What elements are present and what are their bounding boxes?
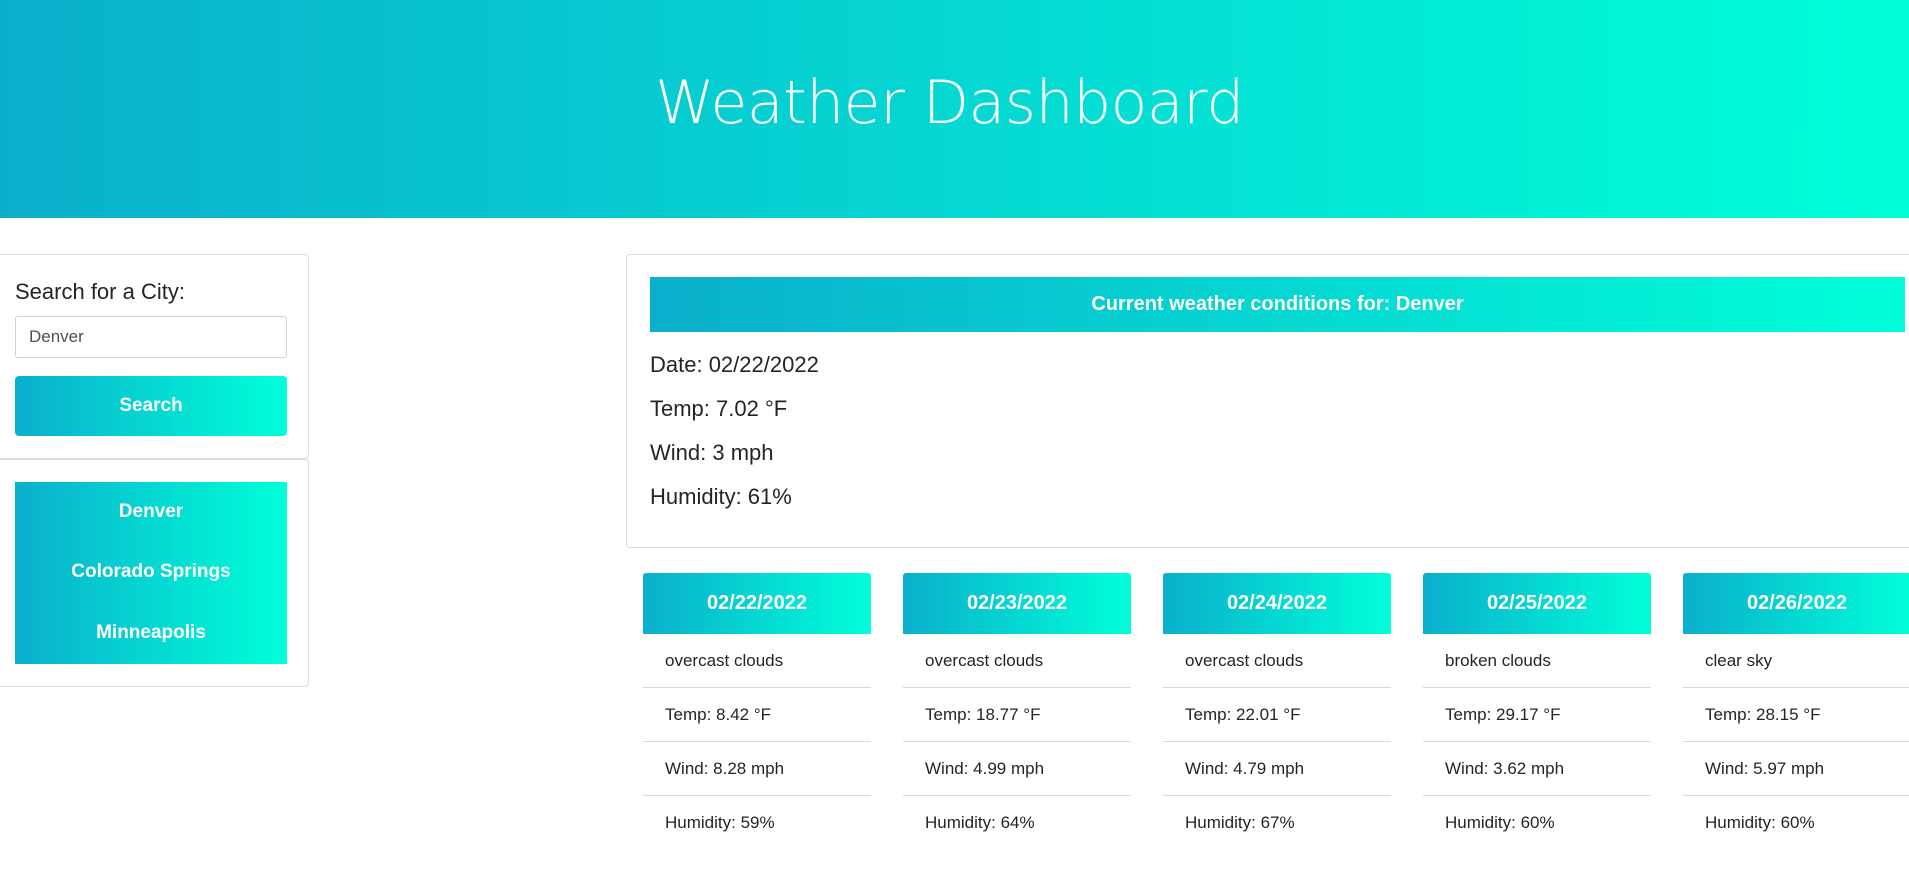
forecast-temp: Temp: 22.01 °F — [1163, 688, 1391, 742]
page-title: Weather Dashboard — [0, 68, 1909, 138]
forecast-wind: Wind: 4.79 mph — [1163, 742, 1391, 796]
forecast-temp: Temp: 8.42 °F — [643, 688, 871, 742]
history-item-colorado-springs[interactable]: Colorado Springs — [15, 557, 287, 587]
forecast-wind: Wind: 8.28 mph — [643, 742, 871, 796]
page-header: Weather Dashboard — [0, 0, 1909, 218]
forecast-card: 02/23/2022 overcast clouds Temp: 18.77 °… — [903, 573, 1131, 850]
current-date: Date: 02/22/2022 — [650, 352, 819, 377]
forecast-humidity: Humidity: 67% — [1185, 813, 1295, 832]
forecast-temp: Temp: 28.15 °F — [1683, 688, 1909, 742]
forecast-description: overcast clouds — [1163, 634, 1391, 688]
forecast-description: clear sky — [1683, 634, 1909, 688]
current-weather-title: Current weather conditions for: Denver — [650, 277, 1905, 332]
forecast-card: 02/22/2022 overcast clouds Temp: 8.42 °F… — [643, 573, 871, 850]
forecast-card: 02/24/2022 overcast clouds Temp: 22.01 °… — [1163, 573, 1391, 850]
forecast-description: overcast clouds — [643, 634, 871, 688]
forecast-wind: Wind: 5.97 mph — [1683, 742, 1909, 796]
forecast-temp: Temp: 18.77 °F — [903, 688, 1131, 742]
forecast-description: overcast clouds — [903, 634, 1131, 688]
current-wind: Wind: 3 mph — [650, 440, 774, 465]
search-label: Search for a City: — [15, 279, 185, 304]
forecast-wind: Wind: 4.99 mph — [903, 742, 1131, 796]
forecast-date: 02/23/2022 — [903, 573, 1131, 634]
search-history-list: Denver Colorado Springs Minneapolis — [15, 482, 287, 664]
forecast-card: 02/25/2022 broken clouds Temp: 29.17 °F … — [1423, 573, 1651, 850]
city-search-input[interactable] — [15, 316, 287, 358]
forecast-humidity: Humidity: 60% — [1445, 813, 1555, 832]
forecast-card: 02/26/2022 clear sky Temp: 28.15 °F Wind… — [1683, 573, 1909, 850]
forecast-description: broken clouds — [1423, 634, 1651, 688]
forecast-humidity: Humidity: 59% — [665, 813, 775, 832]
history-item-denver[interactable]: Denver — [15, 497, 287, 527]
current-temp: Temp: 7.02 °F — [650, 396, 788, 421]
forecast-date: 02/24/2022 — [1163, 573, 1391, 634]
search-card: Search for a City: Search — [0, 254, 309, 459]
current-weather-card: Current weather conditions for: Denver D… — [626, 254, 1909, 548]
forecast-date: 02/22/2022 — [643, 573, 871, 634]
search-history-card: Denver Colorado Springs Minneapolis — [0, 459, 309, 687]
forecast-humidity: Humidity: 60% — [1705, 813, 1815, 832]
page-title-text: Weather Dashboard — [655, 68, 1244, 138]
history-item-minneapolis[interactable]: Minneapolis — [15, 618, 287, 648]
current-humidity: Humidity: 61% — [650, 484, 792, 509]
forecast-date: 02/25/2022 — [1423, 573, 1651, 634]
forecast-humidity: Humidity: 64% — [925, 813, 1035, 832]
forecast-wind: Wind: 3.62 mph — [1423, 742, 1651, 796]
forecast-temp: Temp: 29.17 °F — [1423, 688, 1651, 742]
forecast-date: 02/26/2022 — [1683, 573, 1909, 634]
search-button[interactable]: Search — [15, 376, 287, 436]
